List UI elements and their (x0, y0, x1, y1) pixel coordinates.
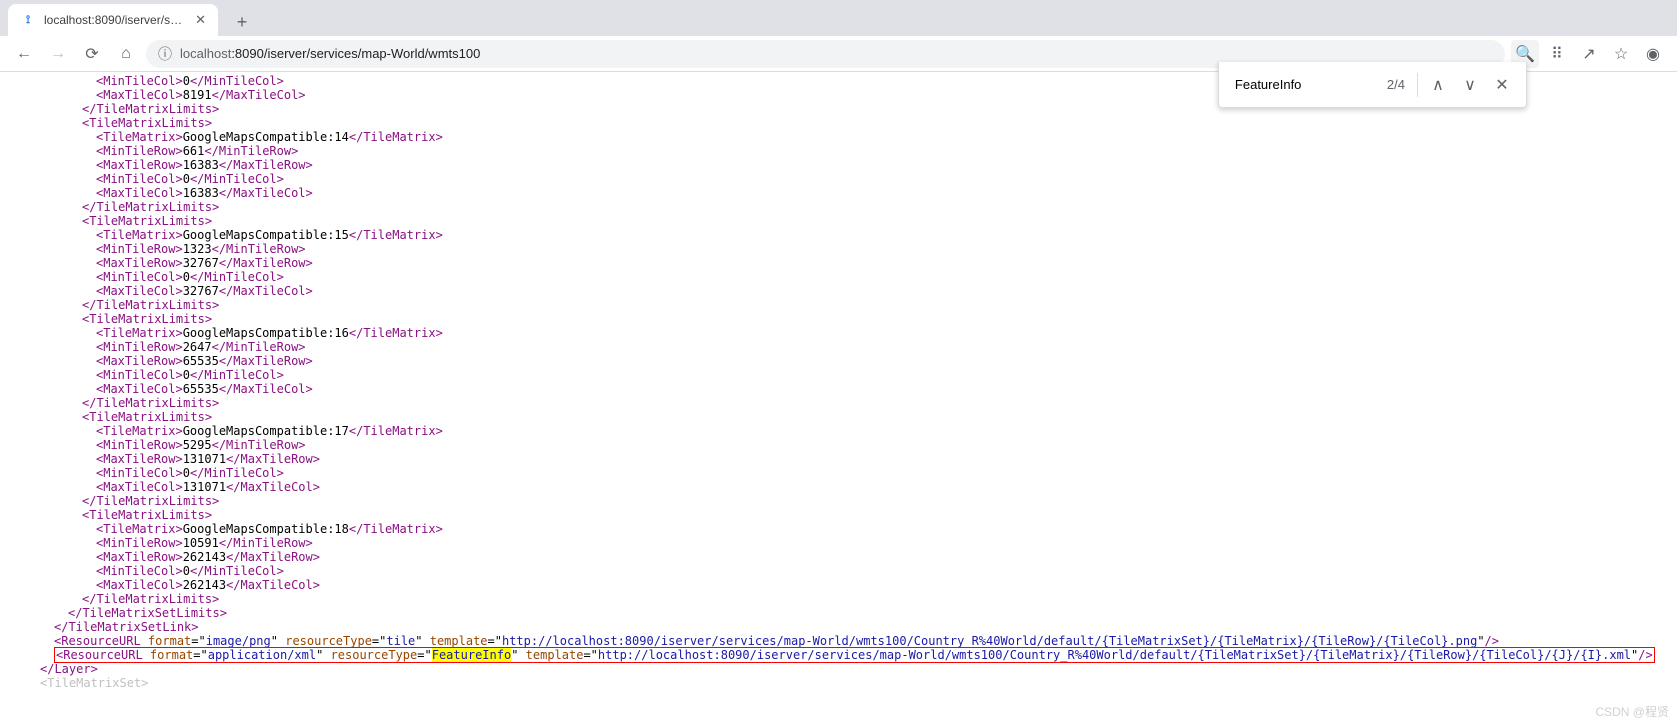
back-button[interactable]: ← (10, 40, 38, 68)
new-tab-button[interactable]: + (228, 8, 256, 36)
reload-button[interactable]: ⟳ (78, 40, 106, 68)
favicon-icon: ⟟ (20, 12, 36, 28)
watermark: CSDN @程贤 (1595, 703, 1669, 720)
close-tab-icon[interactable]: ✕ (195, 12, 206, 28)
tab-title: localhost:8090/iserver/service (44, 13, 187, 27)
url-text: localhost:8090/iserver/services/map-Worl… (180, 46, 480, 61)
star-icon[interactable]: ☆ (1607, 40, 1635, 68)
home-button[interactable]: ⌂ (112, 40, 140, 68)
browser-tab[interactable]: ⟟ localhost:8090/iserver/service ✕ (8, 4, 218, 36)
xml-viewer[interactable]: <MinTileCol>0</MinTileCol><MaxTileCol>81… (0, 72, 1677, 698)
site-info-icon[interactable]: ⓘ (158, 44, 172, 64)
translate-icon[interactable]: ⠿ (1543, 40, 1571, 68)
forward-button[interactable]: → (44, 40, 72, 68)
tab-strip: ⟟ localhost:8090/iserver/service ✕ + (0, 0, 1677, 36)
extension-icon[interactable]: ◉ (1639, 40, 1667, 68)
share-icon[interactable]: ↗ (1575, 40, 1603, 68)
